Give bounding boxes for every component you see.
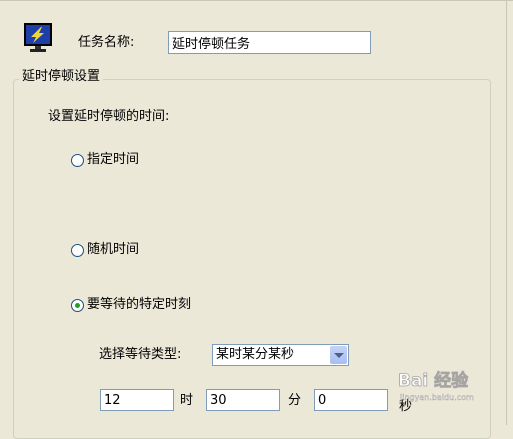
radio-specified-time[interactable]: 指定时间 xyxy=(71,152,161,170)
radio-button-checked-icon[interactable] xyxy=(71,299,84,312)
hour-input[interactable] xyxy=(100,389,174,411)
radio-specified-time-label: 指定时间 xyxy=(87,152,140,167)
monitor-with-lightning-icon xyxy=(23,22,55,54)
delay-time-prompt: 设置延时停顿的时间: xyxy=(48,109,170,124)
radio-button-icon[interactable] xyxy=(71,154,84,167)
radio-specific-moment[interactable]: 要等待的特定时刻 xyxy=(71,297,221,315)
task-name-input[interactable] xyxy=(168,31,371,54)
hour-unit-label: 时 xyxy=(180,393,194,408)
task-name-label: 任务名称: xyxy=(78,35,135,50)
watermark-sub: jingyan.baidu.com xyxy=(399,393,474,402)
radio-specific-moment-label: 要等待的特定时刻 xyxy=(87,297,192,312)
top-border xyxy=(0,0,513,1)
radio-random-time-label: 随机时间 xyxy=(87,242,140,257)
second-input[interactable] xyxy=(314,389,388,411)
wait-type-label: 选择等待类型: xyxy=(99,347,182,362)
chevron-down-icon[interactable] xyxy=(330,346,347,364)
radio-button-icon[interactable] xyxy=(71,244,84,257)
wait-type-value: 某时某分某秒 xyxy=(216,347,295,362)
radio-random-time[interactable]: 随机时间 xyxy=(71,242,161,260)
watermark-text: Bai 经验 xyxy=(398,370,469,391)
wait-type-select[interactable]: 某时某分某秒 xyxy=(212,344,349,366)
group-title: 延时停顿设置 xyxy=(19,69,104,85)
right-border xyxy=(506,0,507,425)
minute-unit-label: 分 xyxy=(288,393,302,408)
baidu-watermark: Bai 经验 jingyan.baidu.com xyxy=(398,366,498,408)
minute-input[interactable] xyxy=(206,389,280,411)
